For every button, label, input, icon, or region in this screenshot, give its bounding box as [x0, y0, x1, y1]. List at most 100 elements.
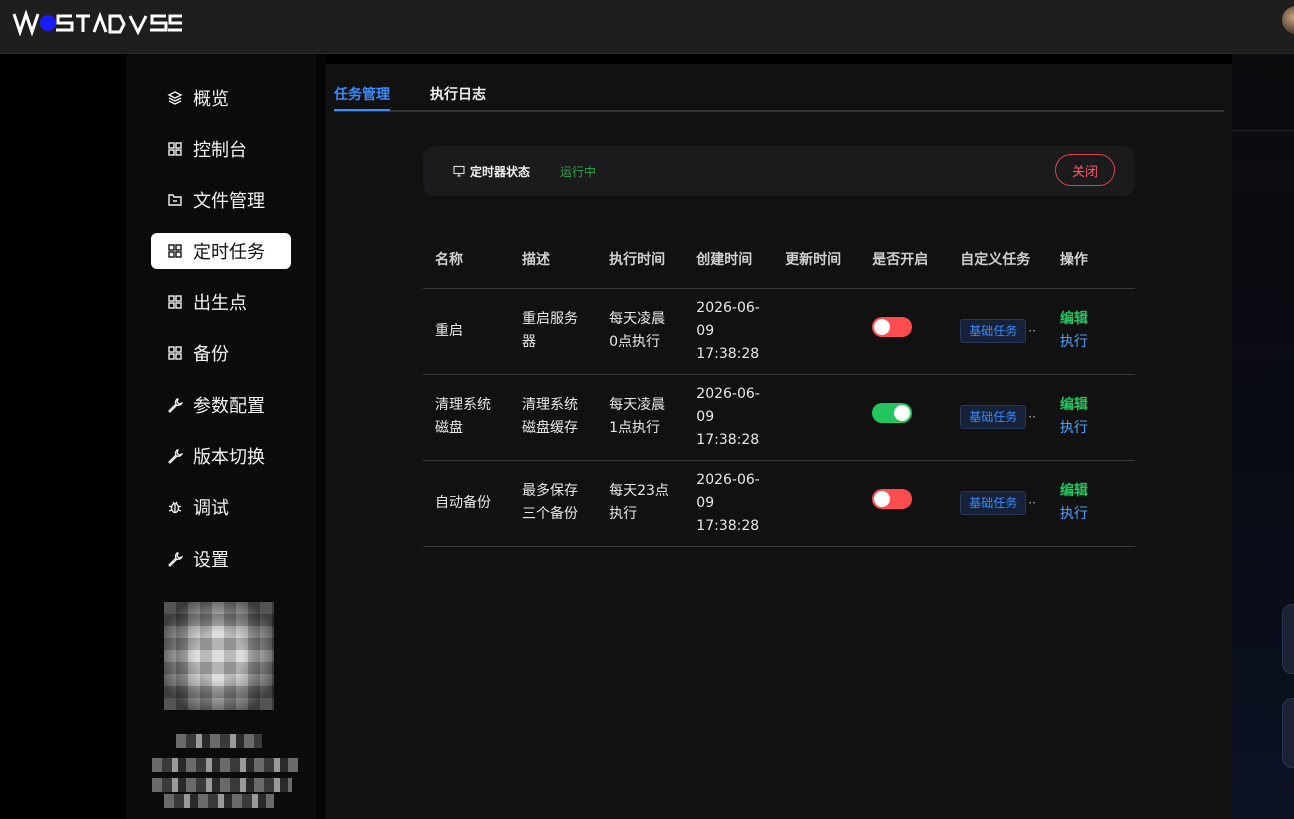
column-header-name[interactable]: 名称 [423, 234, 511, 289]
tab-active-indicator [334, 109, 390, 111]
column-header-updated[interactable]: 更新时间 [773, 234, 861, 289]
sidebar-item-files[interactable]: 文件管理 [151, 182, 291, 218]
sidebar-item-version[interactable]: 版本切换 [151, 438, 291, 474]
sidebar-item-scheduled-tasks[interactable]: 定时任务 [151, 233, 291, 269]
sidebar-item-debug[interactable]: 调试 [151, 489, 291, 525]
sidebar-item-label: 设置 [193, 550, 229, 571]
toggle-knob [894, 405, 911, 421]
sidebar-item-backup[interactable]: 备份 [151, 335, 291, 371]
edit-link[interactable]: 编辑 [1060, 394, 1123, 417]
layers-icon [167, 90, 183, 106]
task-name: 清理系统磁盘 [423, 374, 511, 461]
task-description: 最多保存三个备份 [510, 460, 598, 547]
sidebar-item-label: 控制台 [193, 140, 247, 161]
task-exec-time: 每天23点执行 [597, 460, 685, 547]
column-header-description[interactable]: 描述 [510, 234, 598, 289]
sidebar-item-label: 版本切换 [193, 447, 265, 468]
timer-status-value: 运行中 [560, 165, 597, 179]
column-header-exec-time[interactable]: 执行时间 [597, 234, 685, 289]
task-custom-cell: 基础任务 ·· [948, 460, 1048, 547]
task-updated-time [773, 460, 861, 547]
monitor-icon [453, 165, 465, 177]
sidebar-item-settings[interactable]: 设置 [151, 541, 291, 577]
run-link[interactable]: 执行 [1060, 417, 1123, 440]
sidebar-item-label: 备份 [193, 344, 229, 365]
main-panel: 任务管理 执行日志 定时器状态 运行中 关闭 名称 描述 执行时间 创建时间 更… [326, 64, 1232, 819]
task-exec-time: 每天凌晨0点执行 [597, 288, 685, 375]
task-enabled-cell [860, 460, 949, 547]
task-custom-cell: 基础任务 ·· [948, 288, 1048, 375]
task-type-tag: 基础任务 [960, 491, 1027, 515]
edit-link[interactable]: 编辑 [1060, 308, 1123, 331]
wrench-icon [167, 397, 183, 413]
task-type-tag: 基础任务 [960, 405, 1027, 429]
sidebar-item-label: 参数配置 [193, 396, 265, 417]
wrench-icon [167, 551, 183, 567]
sidebar-item-console[interactable]: 控制台 [151, 131, 291, 167]
bug-icon [167, 499, 183, 515]
sidebar-item-label: 概览 [193, 89, 229, 110]
floating-card[interactable] [1282, 604, 1294, 674]
task-updated-time [773, 288, 861, 375]
column-header-created[interactable]: 创建时间 [684, 234, 774, 289]
task-custom-cell: 基础任务 ·· [948, 374, 1048, 461]
task-name: 自动备份 [423, 460, 511, 547]
task-exec-time: 每天凌晨1点执行 [597, 374, 685, 461]
enabled-toggle[interactable] [872, 489, 913, 509]
task-actions-cell: 编辑 执行 [1047, 288, 1135, 375]
task-type-tag: 基础任务 [960, 319, 1027, 343]
logo-graphic [12, 9, 186, 37]
close-timer-button[interactable]: 关闭 [1055, 154, 1115, 186]
task-table: 名称 描述 执行时间 创建时间 更新时间 是否开启 自定义任务 操作 重启 重启… [423, 234, 1135, 547]
floating-card[interactable] [1282, 698, 1294, 768]
task-name: 重启 [423, 288, 511, 375]
sidebar-item-label: 文件管理 [193, 191, 265, 212]
toggle-knob [874, 491, 891, 507]
column-header-custom-task[interactable]: 自定义任务 [948, 234, 1048, 289]
table-header-row: 名称 描述 执行时间 创建时间 更新时间 是否开启 自定义任务 操作 [423, 234, 1135, 289]
sidebar-item-spawn-point[interactable]: 出生点 [151, 284, 291, 320]
blurred-text [164, 794, 274, 808]
edit-link[interactable]: 编辑 [1060, 480, 1123, 503]
qr-code-image [164, 602, 274, 710]
blurred-text [176, 734, 262, 748]
sidebar-item-params[interactable]: 参数配置 [151, 387, 291, 423]
table-row: 重启 重启服务器 每天凌晨0点执行 2026-06-09 17:38:28 基础… [423, 288, 1135, 375]
run-link[interactable]: 执行 [1060, 503, 1123, 526]
enabled-toggle[interactable] [872, 403, 913, 423]
table-row: 清理系统磁盘 清理系统磁盘缓存 每天凌晨1点执行 2026-06-09 17:3… [423, 374, 1135, 461]
app-logo[interactable] [12, 9, 186, 37]
sidebar-item-label: 调试 [193, 498, 229, 519]
ellipsis-icon: ·· [1028, 409, 1036, 424]
task-created-time: 2026-06-09 17:38:28 [684, 288, 774, 375]
toggle-knob [874, 319, 891, 335]
tab-execution-log[interactable]: 执行日志 [430, 84, 486, 104]
sidebar-item-label: 出生点 [193, 293, 247, 314]
grid-icon [167, 345, 183, 361]
ellipsis-icon: ·· [1028, 495, 1036, 510]
ellipsis-icon: ·· [1028, 323, 1036, 338]
task-created-time: 2026-06-09 17:38:28 [684, 460, 774, 547]
blurred-text [152, 778, 292, 792]
task-enabled-cell [860, 374, 949, 461]
task-updated-time [773, 374, 861, 461]
task-actions-cell: 编辑 执行 [1047, 374, 1135, 461]
sidebar-item-label: 定时任务 [193, 242, 265, 263]
folder-icon [167, 192, 183, 208]
grid-icon [167, 243, 183, 259]
column-header-actions[interactable]: 操作 [1047, 234, 1135, 289]
table-row: 自动备份 最多保存三个备份 每天23点执行 2026-06-09 17:38:2… [423, 460, 1135, 547]
column-header-enabled[interactable]: 是否开启 [860, 234, 949, 289]
sidebar-item-overview[interactable]: 概览 [151, 80, 291, 116]
top-bar [0, 0, 1294, 54]
avatar[interactable] [1282, 6, 1294, 34]
grid-icon [167, 294, 183, 310]
run-link[interactable]: 执行 [1060, 331, 1123, 354]
tab-task-management[interactable]: 任务管理 [334, 84, 390, 104]
enabled-toggle[interactable] [872, 317, 913, 337]
timer-status-label: 定时器状态 [470, 165, 531, 179]
grid-icon [167, 141, 183, 157]
timer-status-bar: 定时器状态 运行中 关闭 [423, 146, 1135, 196]
task-enabled-cell [860, 288, 949, 375]
wrench-icon [167, 448, 183, 464]
